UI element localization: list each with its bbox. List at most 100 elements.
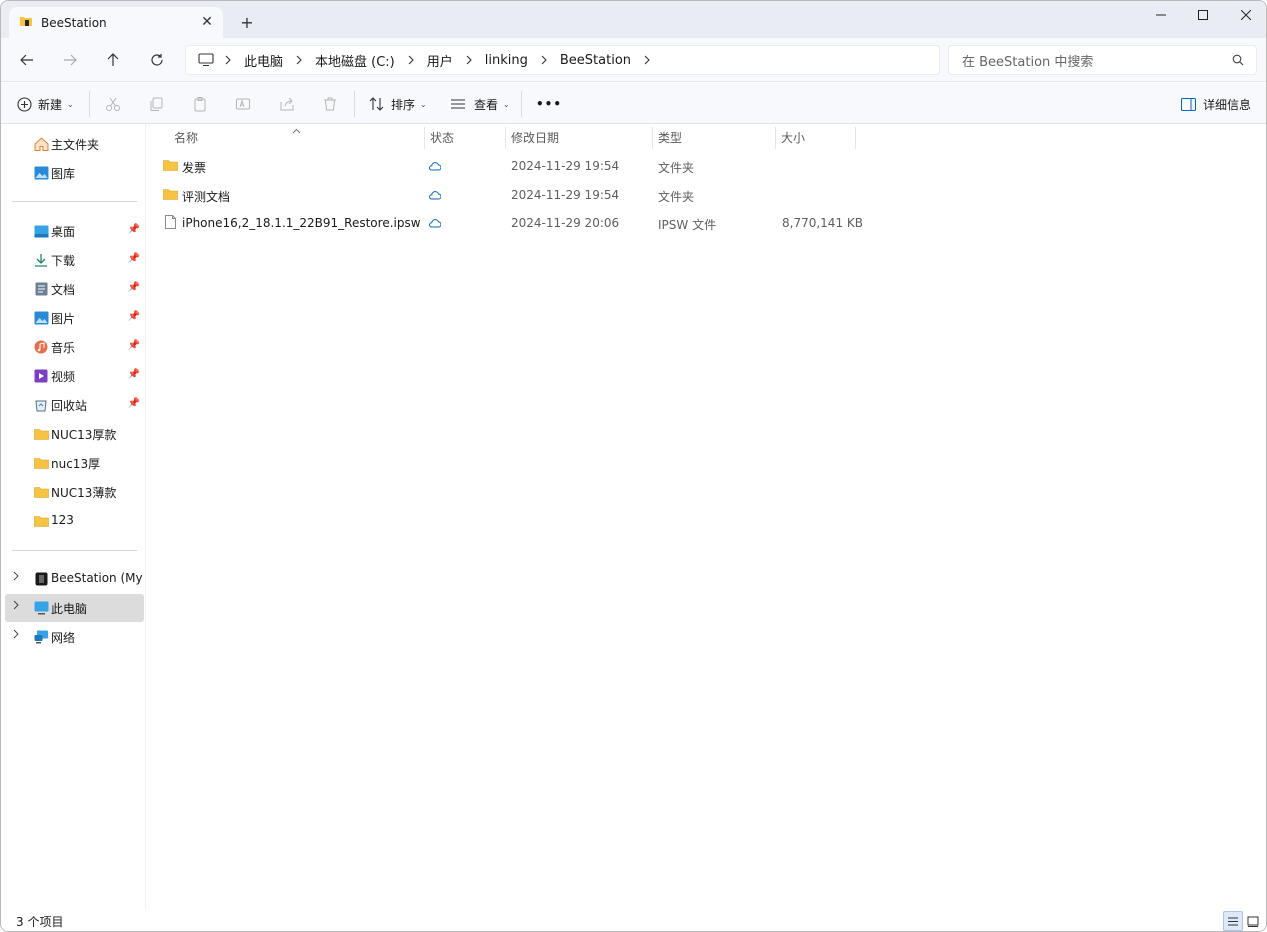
new-tab-button[interactable]: + xyxy=(237,12,257,32)
more-options-button[interactable]: ••• xyxy=(536,91,562,117)
sidebar-item-this-pc[interactable]: 此电脑 xyxy=(5,594,144,622)
sidebar-item-documents[interactable]: 文档 📌 xyxy=(5,275,144,303)
file-modified: 2024-11-29 19:54 xyxy=(511,188,620,202)
column-divider[interactable] xyxy=(652,127,653,149)
new-button[interactable]: 新建 ⌄ xyxy=(17,91,74,117)
chevron-right-icon[interactable] xyxy=(405,54,417,66)
maximize-icon[interactable] xyxy=(1181,1,1225,29)
breadcrumb-beestation[interactable]: BeeStation xyxy=(560,53,631,68)
sidebar-item-label: NUC13厚款 xyxy=(51,428,117,442)
share-icon[interactable] xyxy=(279,91,295,117)
refresh-icon[interactable] xyxy=(143,47,171,73)
view-button[interactable]: 查看 ⌄ xyxy=(450,91,510,117)
toolbar-divider xyxy=(354,91,355,117)
pin-icon[interactable]: 📌 xyxy=(128,398,140,409)
sidebar-item-downloads[interactable]: 下载 📌 xyxy=(5,246,144,274)
sidebar-item-folder[interactable]: NUC13厚款 xyxy=(5,420,144,448)
sidebar-item-music[interactable]: 音乐 📌 xyxy=(5,333,144,361)
column-header-modified[interactable]: 修改日期 xyxy=(511,124,559,150)
tab-title: BeeStation xyxy=(41,15,107,30)
chevron-right-icon[interactable] xyxy=(538,54,550,66)
pictures-icon xyxy=(33,310,49,326)
sidebar-item-folder[interactable]: NUC13薄款 xyxy=(5,478,144,506)
sidebar-item-folder[interactable]: 123 xyxy=(5,507,144,535)
forward-arrow-icon[interactable] xyxy=(56,47,84,73)
network-icon xyxy=(33,629,49,645)
pin-icon[interactable]: 📌 xyxy=(128,253,140,264)
tab-beestation[interactable]: BeeStation ✕ xyxy=(9,7,223,38)
address-bar[interactable]: 此电脑 本地磁盘 (C:) 用户 linking BeeStation xyxy=(185,45,940,75)
breadcrumb-users[interactable]: 用户 xyxy=(427,51,453,70)
pin-icon[interactable]: 📌 xyxy=(128,224,140,235)
column-divider[interactable] xyxy=(424,127,425,149)
toolbar-divider xyxy=(89,91,90,117)
sidebar-item-gallery[interactable]: 图库 xyxy=(5,159,144,187)
pin-icon[interactable]: 📌 xyxy=(128,340,140,351)
chevron-right-icon[interactable] xyxy=(222,54,234,66)
file-row[interactable]: 评测文档 2024-11-29 19:54 文件夹 xyxy=(158,181,858,209)
column-header-type[interactable]: 类型 xyxy=(658,124,682,150)
file-modified: 2024-11-29 20:06 xyxy=(511,216,620,230)
folder-icon xyxy=(33,484,49,500)
recycle-bin-icon xyxy=(33,397,49,413)
breadcrumb-linking[interactable]: linking xyxy=(485,53,528,68)
sidebar-item-home[interactable]: 主文件夹 xyxy=(5,130,144,158)
sidebar-item-recycle-bin[interactable]: 回收站 📌 xyxy=(5,391,144,419)
sidebar-item-beestation-drive[interactable]: BeeStation (MyBee xyxy=(5,565,144,593)
file-type: IPSW 文件 xyxy=(658,218,717,232)
cut-icon[interactable] xyxy=(105,91,121,117)
minimize-icon[interactable] xyxy=(1139,1,1183,29)
file-row[interactable]: 发票 2024-11-29 19:54 文件夹 xyxy=(158,152,858,180)
chevron-right-icon[interactable] xyxy=(13,571,23,584)
sidebar-item-pictures[interactable]: 图片 📌 xyxy=(5,304,144,332)
breadcrumb-local-disk[interactable]: 本地磁盘 (C:) xyxy=(315,51,395,70)
file-row[interactable]: iPhone16,2_18.1.1_22B91_Restore.ipsw 202… xyxy=(158,209,863,237)
column-header-name[interactable]: 名称 xyxy=(174,124,198,150)
sort-icon xyxy=(369,97,385,111)
copy-icon[interactable] xyxy=(148,91,164,117)
status-bar: 3 个项目 xyxy=(1,909,1266,931)
sidebar-item-label: NUC13薄款 xyxy=(51,486,117,500)
file-type: 文件夹 xyxy=(658,190,695,204)
chevron-right-icon[interactable] xyxy=(463,54,475,66)
pin-icon[interactable]: 📌 xyxy=(128,282,140,293)
chevron-right-icon[interactable] xyxy=(293,54,305,66)
sidebar-item-label: BeeStation (MyBee xyxy=(51,571,143,585)
pin-icon[interactable]: 📌 xyxy=(128,369,140,380)
details-pane-icon xyxy=(1181,97,1196,111)
column-header-status[interactable]: 状态 xyxy=(430,124,454,150)
column-divider[interactable] xyxy=(775,127,776,149)
tiles-view-icon[interactable] xyxy=(1243,911,1263,931)
computer-icon xyxy=(33,600,49,616)
up-arrow-icon[interactable] xyxy=(99,47,127,73)
gallery-icon xyxy=(33,165,49,181)
chevron-right-icon[interactable] xyxy=(13,629,23,642)
delete-icon[interactable] xyxy=(322,91,338,117)
sidebar-item-folder[interactable]: nuc13厚 xyxy=(5,449,144,477)
pin-icon[interactable]: 📌 xyxy=(128,311,140,322)
breadcrumb-this-pc[interactable]: 此电脑 xyxy=(244,51,283,70)
search-input[interactable]: 在 BeeStation 中搜索 xyxy=(948,45,1257,75)
chevron-right-icon[interactable] xyxy=(641,54,653,66)
sidebar-item-desktop[interactable]: 桌面 📌 xyxy=(5,217,144,245)
toolbar-divider xyxy=(521,91,522,117)
close-tab-icon[interactable]: ✕ xyxy=(199,14,215,30)
close-window-icon[interactable] xyxy=(1224,1,1266,29)
sidebar-item-videos[interactable]: 视频 📌 xyxy=(5,362,144,390)
folder-icon xyxy=(33,455,49,471)
rename-icon[interactable] xyxy=(235,91,251,117)
column-header-size[interactable]: 大小 xyxy=(781,124,805,150)
navigation-pane: 主文件夹 图库 桌面 📌 下载 📌 文档 📌 图片 📌 音乐 📌 视频 📌 回收… xyxy=(1,124,146,909)
details-label: 详细信息 xyxy=(1203,97,1252,112)
column-divider[interactable] xyxy=(505,127,506,149)
details-view-icon[interactable] xyxy=(1223,911,1243,931)
sidebar-item-network[interactable]: 网络 xyxy=(5,623,144,651)
paste-icon[interactable] xyxy=(192,91,208,117)
details-pane-button[interactable]: 详细信息 xyxy=(1181,91,1251,117)
column-divider[interactable] xyxy=(855,127,856,149)
sort-button[interactable]: 排序 ⌄ xyxy=(369,91,427,117)
computer-icon xyxy=(198,53,214,67)
back-arrow-icon[interactable] xyxy=(13,47,41,73)
search-icon[interactable] xyxy=(1232,54,1244,70)
chevron-right-icon[interactable] xyxy=(13,600,23,613)
